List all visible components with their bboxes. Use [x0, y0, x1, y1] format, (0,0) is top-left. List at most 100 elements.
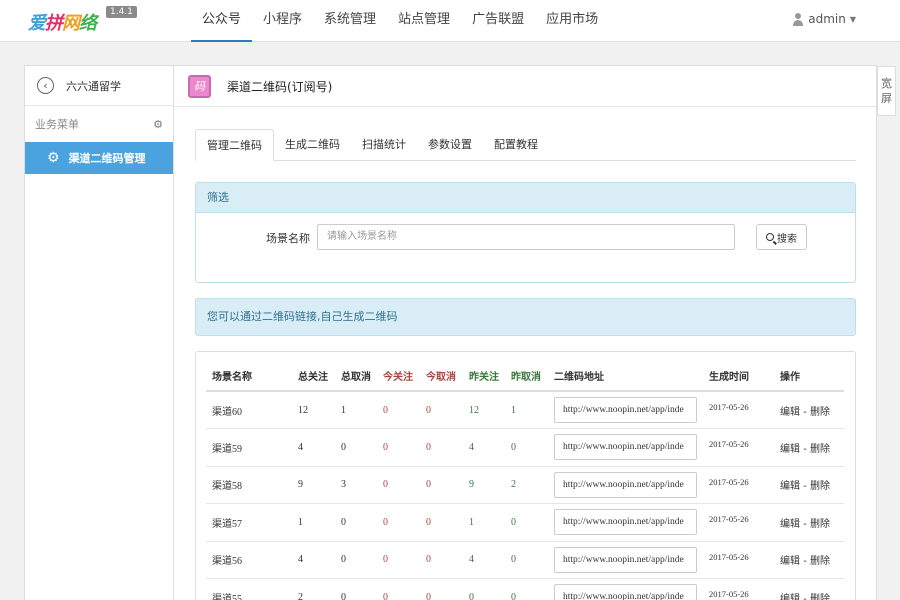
- sidebar: ‹ 六六通留学 业务菜单 ⚙ ⚙ 渠道二维码管理: [24, 65, 174, 600]
- cell-total-unsub: 3: [335, 466, 377, 504]
- table-row: 渠道60 12 1 0 0 12 1 http://www.noopin.net/app/in…: [206, 391, 844, 429]
- tab-config-tutorial[interactable]: 配置教程: [483, 129, 549, 161]
- nav-item-official-account[interactable]: 公众号: [191, 0, 253, 42]
- table-row: 渠道59 4 0 0 0 4 0 http://www.noopin.net/app/inde…: [206, 428, 844, 467]
- cell-total-sub: 4: [292, 541, 335, 579]
- cell-total-unsub: 1: [335, 391, 377, 429]
- qrcode-url-field[interactable]: http://www.noopin.net/app/inde: [554, 434, 697, 461]
- table-header-row: 场景名称 总关注 总取消 今关注 今取消 昨关注 昨取消 二维码地址 生成时间 …: [206, 360, 844, 392]
- user-icon: [792, 12, 804, 26]
- search-icon: [766, 233, 774, 241]
- cell-total-sub: 1: [292, 503, 335, 542]
- tab-bar: 管理二维码 生成二维码 扫描统计 参数设置 配置教程: [195, 129, 856, 161]
- edit-link[interactable]: 编辑: [780, 556, 800, 567]
- delete-link[interactable]: 删除: [810, 407, 830, 418]
- edit-link[interactable]: 编辑: [780, 444, 800, 455]
- col-today-unsub: 今取消: [420, 360, 463, 392]
- action-separator: -: [803, 556, 807, 568]
- filter-heading: 筛选: [196, 183, 855, 213]
- cell-created-time: 2017-05-26: [703, 541, 774, 579]
- filter-panel: 筛选 场景名称 请输入场景名称 搜索: [195, 182, 856, 283]
- qrcode-url-field[interactable]: http://www.noopin.net/app/inde: [554, 397, 697, 423]
- delete-link[interactable]: 删除: [810, 594, 830, 600]
- account-name: 六六通留学: [66, 79, 121, 93]
- cell-total-unsub: 0: [335, 428, 377, 467]
- cell-scene-name: 渠道57: [206, 503, 292, 542]
- edit-link[interactable]: 编辑: [780, 407, 800, 418]
- menu-section-title: 业务菜单 ⚙: [25, 106, 173, 142]
- cell-yest-sub: 9: [463, 466, 505, 504]
- edit-link[interactable]: 编辑: [780, 519, 800, 530]
- cell-total-unsub: 0: [335, 541, 377, 579]
- cell-yest-sub: 4: [463, 541, 505, 579]
- tab-manage-qrcode[interactable]: 管理二维码: [195, 129, 274, 161]
- info-alert: 您可以通过二维码链接,自己生成二维码: [195, 298, 856, 336]
- qrcode-url-field[interactable]: http://www.noopin.net/app/inde: [554, 584, 697, 600]
- scene-name-label: 场景名称: [266, 232, 310, 245]
- cell-qrcode-url: http://www.noopin.net/app/inde: [548, 466, 703, 504]
- cell-total-sub: 4: [292, 428, 335, 467]
- cell-scene-name: 渠道59: [206, 428, 292, 467]
- nav-item-mini-program[interactable]: 小程序: [252, 0, 313, 42]
- user-menu[interactable]: admin ▼: [792, 12, 856, 26]
- qrcode-url-field[interactable]: http://www.noopin.net/app/inde: [554, 471, 697, 498]
- cell-today-unsub: 0: [420, 391, 463, 429]
- delete-link[interactable]: 删除: [810, 444, 830, 455]
- nav-item-ad-alliance[interactable]: 广告联盟: [461, 0, 535, 42]
- table-row: 渠道58 9 3 0 0 9 2 http://www.noopin.net/app/inde…: [206, 466, 844, 504]
- cell-scene-name: 渠道55: [206, 578, 292, 600]
- col-today-sub: 今关注: [377, 360, 420, 392]
- action-separator: -: [803, 593, 807, 600]
- cell-today-sub: 0: [377, 391, 420, 429]
- cell-yest-sub: 0: [463, 578, 505, 600]
- cell-actions: 编辑 - 删除: [774, 578, 844, 600]
- cell-actions: 编辑 - 删除: [774, 391, 844, 429]
- col-yest-unsub: 昨取消: [505, 360, 548, 392]
- cell-today-sub: 0: [377, 541, 420, 579]
- tab-scan-stats[interactable]: 扫描统计: [351, 129, 417, 161]
- qrcode-url-field[interactable]: http://www.noopin.net/app/inde: [554, 546, 697, 573]
- version-badge: 1.4.1: [106, 6, 137, 18]
- cell-created-time: 2017-05-26: [703, 391, 774, 429]
- cell-actions: 编辑 - 删除: [774, 503, 844, 542]
- cell-created-time: 2017-05-26: [703, 466, 774, 504]
- delete-link[interactable]: 删除: [810, 519, 830, 530]
- delete-link[interactable]: 删除: [810, 556, 830, 567]
- cell-total-unsub: 0: [335, 578, 377, 600]
- edit-link[interactable]: 编辑: [780, 481, 800, 492]
- menu-section-label: 业务菜单: [35, 118, 79, 131]
- cell-today-sub: 0: [377, 428, 420, 467]
- gear-icon: ⚙: [47, 150, 60, 166]
- cell-qrcode-url: http://www.noopin.net/app/inde: [548, 541, 703, 579]
- filter-row: 场景名称 请输入场景名称 搜索: [196, 224, 855, 250]
- main-panel: 码 渠道二维码(订阅号) 管理二维码 生成二维码 扫描统计 参数设置 配置教程 …: [173, 65, 877, 600]
- wide-screen-toggle[interactable]: 宽屏: [877, 66, 896, 116]
- scene-name-input[interactable]: 请输入场景名称: [317, 224, 735, 250]
- nav-item-site-management[interactable]: 站点管理: [387, 0, 461, 42]
- col-total-sub: 总关注: [292, 360, 335, 392]
- main-nav: 公众号 小程序 系统管理 站点管理 广告联盟 应用市场: [191, 0, 609, 42]
- sidebar-item-qrcode-management[interactable]: ⚙ 渠道二维码管理: [25, 142, 173, 174]
- search-button[interactable]: 搜索: [756, 224, 807, 250]
- nav-item-system-management[interactable]: 系统管理: [313, 0, 387, 42]
- settings-gear-icon[interactable]: ⚙: [153, 118, 163, 131]
- col-created-time: 生成时间: [703, 360, 774, 392]
- cell-scene-name: 渠道60: [206, 391, 292, 429]
- table-row: 渠道56 4 0 0 0 4 0 http://www.noopin.net/app/inde…: [206, 541, 844, 579]
- nav-item-app-market[interactable]: 应用市场: [535, 0, 609, 42]
- cell-scene-name: 渠道56: [206, 541, 292, 579]
- tab-param-settings[interactable]: 参数设置: [417, 129, 483, 161]
- qrcode-url-field[interactable]: http://www.noopin.net/app/inde: [554, 509, 697, 536]
- edit-link[interactable]: 编辑: [780, 594, 800, 600]
- tab-generate-qrcode[interactable]: 生成二维码: [274, 129, 351, 161]
- col-actions: 操作: [774, 360, 844, 392]
- cell-yest-sub: 12: [463, 391, 505, 429]
- back-icon[interactable]: ‹: [37, 77, 54, 94]
- user-name: admin: [808, 12, 846, 26]
- action-separator: -: [803, 406, 807, 418]
- delete-link[interactable]: 删除: [810, 481, 830, 492]
- cell-created-time: 2017-05-26: [703, 503, 774, 542]
- brand-logo[interactable]: 爱拼网络: [28, 9, 97, 35]
- cell-total-unsub: 0: [335, 503, 377, 542]
- cell-today-sub: 0: [377, 578, 420, 600]
